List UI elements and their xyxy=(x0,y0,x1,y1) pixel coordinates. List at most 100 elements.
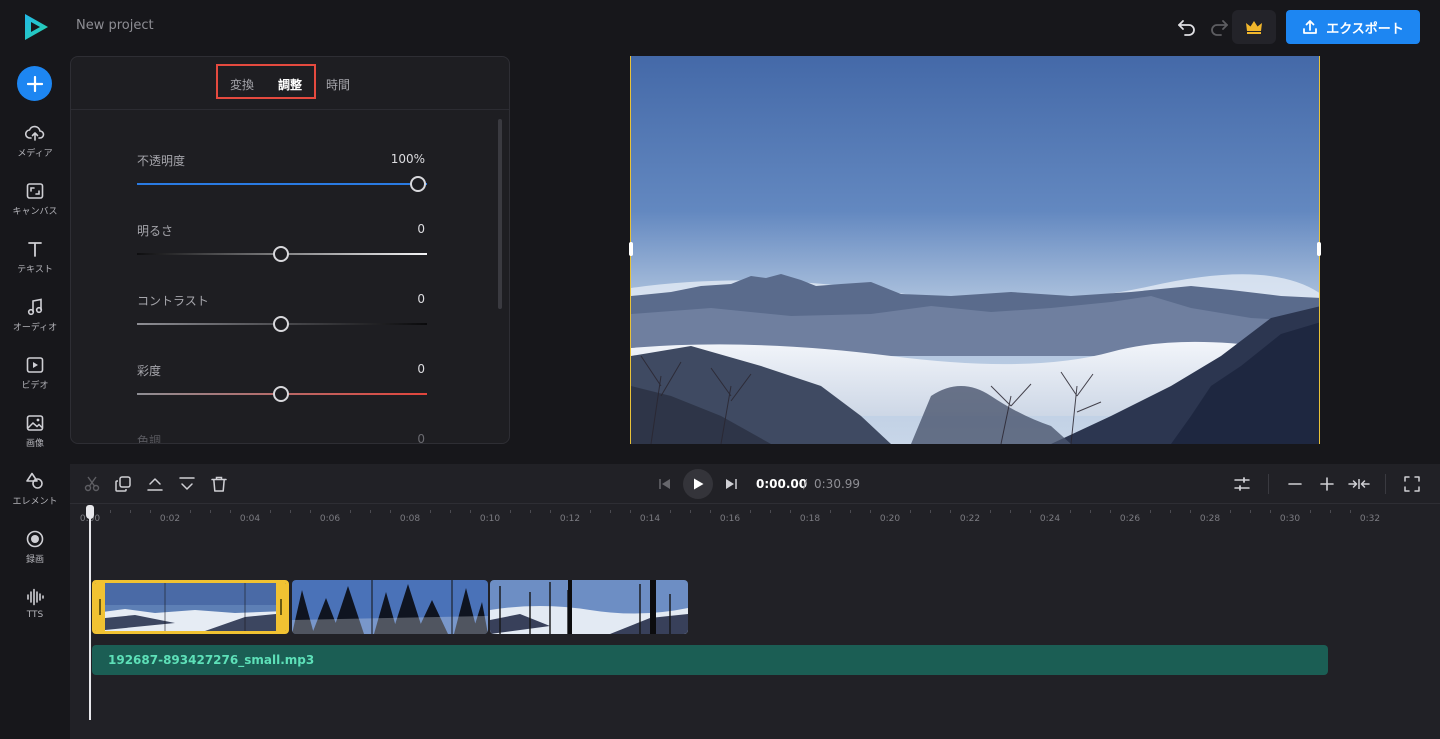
undo-icon[interactable] xyxy=(1176,16,1198,38)
ruler-minor-tick xyxy=(690,510,691,513)
ruler-minor-tick xyxy=(950,510,951,513)
project-title[interactable]: New project xyxy=(76,18,154,33)
contrast-slider-thumb[interactable] xyxy=(273,316,289,332)
zoom-in-icon[interactable] xyxy=(1318,475,1336,493)
clip-trim-handle-right[interactable] xyxy=(276,583,286,631)
brightness-slider-thumb[interactable] xyxy=(273,246,289,262)
add-button[interactable] xyxy=(17,66,52,101)
ruler-minor-tick xyxy=(910,510,911,513)
timeline-ruler[interactable]: 0:000:020:040:060:080:100:120:140:160:18… xyxy=(70,504,1440,530)
ruler-minor-tick xyxy=(830,510,831,513)
ruler-tick-label: 0:08 xyxy=(399,514,421,524)
export-label: エクスポート xyxy=(1326,21,1404,37)
preview-resize-handle-left[interactable] xyxy=(629,242,633,256)
panel-scrollbar[interactable] xyxy=(498,119,502,309)
redo-icon[interactable] xyxy=(1208,16,1230,38)
play-button[interactable] xyxy=(683,469,713,499)
plus-icon xyxy=(26,75,43,92)
play-icon xyxy=(694,478,704,490)
zoom-out-icon[interactable] xyxy=(1286,475,1304,493)
ruler-minor-tick xyxy=(150,510,151,513)
total-duration: 0:30.99 xyxy=(814,477,861,491)
time-separator: / xyxy=(803,477,808,491)
brightness-value: 0 xyxy=(417,222,425,236)
music-note-icon xyxy=(27,298,43,316)
ruler-tick-label: 0:02 xyxy=(159,514,181,524)
properties-panel: 変換 調整 時間 不透明度 100% 明るさ 0 コントラスト 0 彩度 0 色… xyxy=(70,56,510,444)
move-down-icon[interactable] xyxy=(178,475,196,493)
video-clip[interactable] xyxy=(292,580,488,634)
ruler-minor-tick xyxy=(510,510,511,513)
ruler-minor-tick xyxy=(1330,510,1331,513)
sidebar-item-canvas[interactable]: キャンバス xyxy=(0,181,70,231)
preview-resize-handle-right[interactable] xyxy=(1317,242,1321,256)
text-icon xyxy=(28,242,42,257)
ruler-tick-label: 0:20 xyxy=(879,514,901,524)
scissors-icon[interactable] xyxy=(83,475,101,493)
ruler-minor-tick xyxy=(1150,510,1151,513)
brightness-label: 明るさ xyxy=(137,224,174,238)
video-clip-selected[interactable] xyxy=(92,580,289,634)
toolbar-divider xyxy=(1268,474,1269,494)
fullscreen-icon[interactable] xyxy=(1403,475,1421,493)
ruler-tick-label: 0:22 xyxy=(959,514,981,524)
fit-timeline-icon[interactable] xyxy=(1348,475,1370,493)
video-preview[interactable] xyxy=(630,56,1320,444)
opacity-slider-thumb[interactable] xyxy=(410,176,426,192)
ruler-minor-tick xyxy=(850,510,851,513)
ruler-minor-tick xyxy=(1070,510,1071,513)
sidebar-item-tts[interactable]: TTS xyxy=(0,587,70,637)
ruler-tick-label: 0:10 xyxy=(479,514,501,524)
left-sidebar: メディア キャンバス テキスト オーディオ ビデオ 画像 エレメント 録画 TT… xyxy=(0,56,70,739)
sidebar-item-audio[interactable]: オーディオ xyxy=(0,297,70,347)
ruler-minor-tick xyxy=(590,510,591,513)
saturation-slider-thumb[interactable] xyxy=(273,386,289,402)
sidebar-item-image[interactable]: 画像 xyxy=(0,413,70,463)
sidebar-item-text[interactable]: テキスト xyxy=(0,239,70,289)
move-up-icon[interactable] xyxy=(146,475,164,493)
tab-transform[interactable]: 変換 xyxy=(230,76,254,93)
ruler-minor-tick xyxy=(470,510,471,513)
export-button[interactable]: エクスポート xyxy=(1286,10,1420,44)
skip-back-icon[interactable] xyxy=(656,475,674,493)
audio-clip[interactable]: 192687-893427276_small.mp3 xyxy=(92,645,1328,675)
ruler-minor-tick xyxy=(1110,510,1111,513)
opacity-value: 100% xyxy=(390,152,425,166)
tab-timing[interactable]: 時間 xyxy=(326,76,350,93)
video-icon xyxy=(26,357,44,373)
sidebar-item-label: 録画 xyxy=(25,555,44,565)
trash-icon[interactable] xyxy=(210,475,228,493)
ruler-minor-tick xyxy=(630,510,631,513)
skip-forward-icon[interactable] xyxy=(722,475,740,493)
playhead-handle[interactable] xyxy=(86,505,94,519)
sidebar-item-label: メディア xyxy=(17,149,53,159)
upload-cloud-icon xyxy=(25,125,45,141)
sidebar-item-media[interactable]: メディア xyxy=(0,123,70,173)
sidebar-item-video[interactable]: ビデオ xyxy=(0,355,70,405)
tab-adjust[interactable]: 調整 xyxy=(278,76,302,93)
sidebar-item-record[interactable]: 録画 xyxy=(0,529,70,579)
premium-button[interactable] xyxy=(1232,10,1276,44)
ruler-minor-tick xyxy=(670,510,671,513)
video-clip[interactable] xyxy=(490,580,688,634)
ruler-minor-tick xyxy=(610,510,611,513)
sidebar-item-label: 画像 xyxy=(25,439,44,449)
record-icon xyxy=(26,530,44,548)
sidebar-item-elements[interactable]: エレメント xyxy=(0,471,70,521)
saturation-label: 彩度 xyxy=(137,364,162,378)
ruler-minor-tick xyxy=(770,510,771,513)
clip-trim-handle-left[interactable] xyxy=(95,583,105,631)
ruler-minor-tick xyxy=(210,510,211,513)
ruler-minor-tick xyxy=(130,510,131,513)
crown-icon xyxy=(1246,21,1262,34)
current-time: 0:00.00 xyxy=(756,477,808,491)
sidebar-item-label: テキスト xyxy=(17,265,53,275)
shapes-icon xyxy=(26,472,43,489)
adjust-sliders-icon[interactable] xyxy=(1233,475,1251,493)
duplicate-icon[interactable] xyxy=(114,475,132,493)
app-logo-icon[interactable] xyxy=(22,12,50,42)
ruler-minor-tick xyxy=(1170,510,1171,513)
opacity-slider[interactable] xyxy=(137,183,427,185)
ruler-tick-label: 0:12 xyxy=(559,514,581,524)
clip-thumbnail xyxy=(292,580,488,634)
